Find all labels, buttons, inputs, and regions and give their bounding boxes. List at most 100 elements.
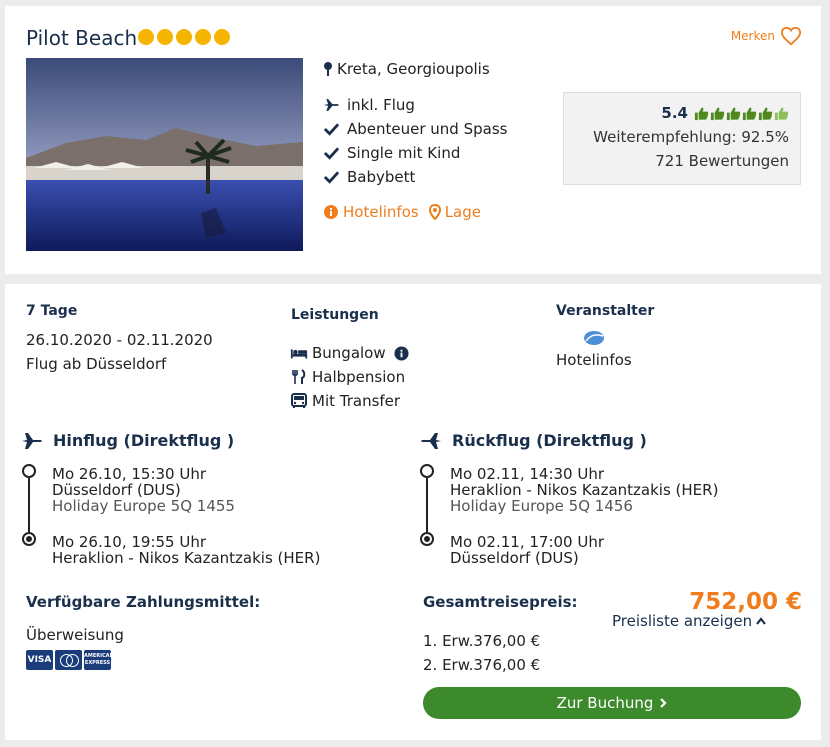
pricelist-toggle[interactable]: Preisliste anzeigen: [612, 612, 766, 630]
lage-link[interactable]: Lage: [428, 203, 481, 221]
chevron-up-icon: [756, 617, 766, 625]
operator-heading: Veranstalter: [556, 303, 655, 319]
operator-logo: [584, 331, 604, 345]
feature-label: Single mit Kind: [347, 144, 461, 162]
outbound-arrival: Mo 26.10, 19:55 Uhr Heraklion - Nikos Ka…: [52, 534, 320, 566]
list-item: inkl. Flug: [323, 93, 507, 117]
merken-button[interactable]: Merken: [731, 26, 802, 46]
payment-heading: Verfügbare Zahlungsmittel:: [26, 593, 261, 611]
location-label: Kreta, Georgioupolis: [337, 60, 490, 78]
chevron-right-icon: [660, 698, 667, 708]
return-heading: Rückflug (Direktflug ): [420, 431, 647, 450]
book-button[interactable]: Zur Buchung: [423, 687, 801, 719]
feature-list: inkl. Flug Abenteuer und Spass Single mi…: [323, 93, 507, 189]
book-button-label: Zur Buchung: [556, 694, 654, 712]
services-list: Bungalow Halbpension Mit Transfer: [290, 341, 409, 413]
outbound-timeline: [22, 464, 38, 546]
list-item: Bungalow: [290, 341, 409, 365]
star-rating: [138, 29, 230, 45]
price-line: 1. Erw.376,00 €: [423, 632, 541, 650]
info-icon: [324, 205, 338, 219]
arrival-airport: Düsseldorf (DUS): [450, 549, 579, 567]
star-icon: [176, 29, 192, 45]
offer-card: 7 Tage 26.10.2020 - 02.11.2020 Flug ab D…: [5, 284, 821, 740]
mastercard-icon: [55, 650, 82, 670]
departure-airport: Heraklion - Nikos Kazantzakis (HER): [450, 481, 719, 499]
hotel-links: Hotelinfos Lage: [323, 203, 481, 221]
bed-icon: [290, 349, 308, 359]
plane-icon: [323, 99, 339, 111]
cutlery-icon: [292, 369, 306, 384]
price-line: 2. Erw.376,00 €: [423, 656, 541, 674]
hotel-image[interactable]: [26, 58, 303, 251]
service-label: Bungalow: [312, 344, 386, 362]
thumbs-rating: [694, 106, 789, 121]
map-pin-icon: [324, 62, 332, 76]
feature-label: Babybett: [347, 168, 416, 186]
total-price-heading: Gesamtreisepreis:: [423, 593, 578, 611]
operator-hotelinfos-link[interactable]: Hotelinfos: [556, 351, 632, 369]
rating-score: 5.4: [661, 104, 688, 122]
merken-label: Merken: [730, 29, 775, 43]
check-icon: [323, 171, 340, 184]
return-title: Rückflug (Direktflug ): [452, 431, 647, 450]
trip-dates: 26.10.2020 - 02.11.2020: [26, 331, 213, 349]
services-heading: Leistungen: [291, 307, 379, 323]
thumbs-up-icon: [774, 107, 789, 120]
star-icon: [138, 29, 154, 45]
star-icon: [157, 29, 173, 45]
plane-icon: [22, 432, 42, 449]
outbound-heading: Hinflug (Direktflug ): [21, 431, 234, 450]
location: Kreta, Georgioupolis: [323, 60, 490, 78]
outbound-departure: Mo 26.10, 15:30 Uhr Düsseldorf (DUS) Hol…: [52, 466, 235, 514]
arrival-time: Mo 26.10, 19:55 Uhr: [52, 533, 207, 551]
pricelist-label: Preisliste anzeigen: [612, 612, 753, 630]
thumbs-up-icon: [710, 107, 725, 120]
arrival-airport: Heraklion - Nikos Kazantzakis (HER): [52, 549, 321, 567]
rating-summary: 5.4: [564, 101, 789, 125]
flight-number: Holiday Europe 5Q 1455: [52, 497, 235, 515]
review-count: 721 Bewertungen: [655, 152, 789, 170]
service-label: Halbpension: [312, 368, 406, 386]
hotel-card: Pilot Beach Merken Kreta, Georgioupolis …: [5, 6, 821, 274]
rating-box[interactable]: 5.4 Weiterempfehlung: 92.5% 721 Bewertun…: [563, 92, 801, 185]
thumbs-up-icon: [694, 107, 709, 120]
bus-icon: [291, 393, 307, 408]
visa-icon: VISA: [26, 650, 53, 670]
list-item: Halbpension: [290, 365, 409, 389]
lage-label: Lage: [444, 203, 481, 221]
feature-label: Abenteuer und Spass: [347, 120, 508, 138]
service-label: Mit Transfer: [312, 392, 401, 410]
list-item: Abenteuer und Spass: [323, 117, 507, 141]
feature-label: inkl. Flug: [347, 96, 415, 114]
departure-airport: Flug ab Düsseldorf: [26, 355, 167, 373]
return-arrival: Mo 02.11, 17:00 Uhr Düsseldorf (DUS): [450, 534, 604, 566]
star-icon: [214, 29, 230, 45]
hotelinfos-label: Hotelinfos: [343, 203, 419, 221]
thumbs-up-icon: [758, 107, 773, 120]
hotel-name[interactable]: Pilot Beach: [26, 26, 137, 50]
hotelinfos-link[interactable]: Hotelinfos: [323, 203, 419, 221]
outbound-title: Hinflug (Direktflug ): [53, 431, 235, 450]
plane-icon: [421, 432, 441, 449]
check-icon: [323, 123, 340, 136]
list-item: Single mit Kind: [323, 141, 507, 165]
map-pin-icon: [428, 204, 441, 220]
star-icon: [195, 29, 211, 45]
thumbs-up-icon: [726, 107, 741, 120]
recommendation-rate: Weiterempfehlung: 92.5%: [593, 128, 789, 146]
arrival-time: Mo 02.11, 17:00 Uhr: [450, 533, 605, 551]
departure-time: Mo 26.10, 15:30 Uhr: [52, 465, 207, 483]
departure-time: Mo 02.11, 14:30 Uhr: [450, 465, 605, 483]
list-item: Mit Transfer: [290, 389, 409, 413]
list-item: Babybett: [323, 165, 507, 189]
card-logos: VISA AMERICAN EXPRESS: [26, 650, 114, 670]
trip-duration: 7 Tage: [26, 303, 78, 319]
info-icon[interactable]: [394, 345, 409, 361]
payment-method: Überweisung: [26, 626, 124, 644]
check-icon: [323, 147, 340, 160]
return-timeline: [420, 464, 436, 546]
flight-number: Holiday Europe 5Q 1456: [450, 497, 633, 515]
thumbs-up-icon: [742, 107, 757, 120]
departure-airport: Düsseldorf (DUS): [52, 481, 181, 499]
